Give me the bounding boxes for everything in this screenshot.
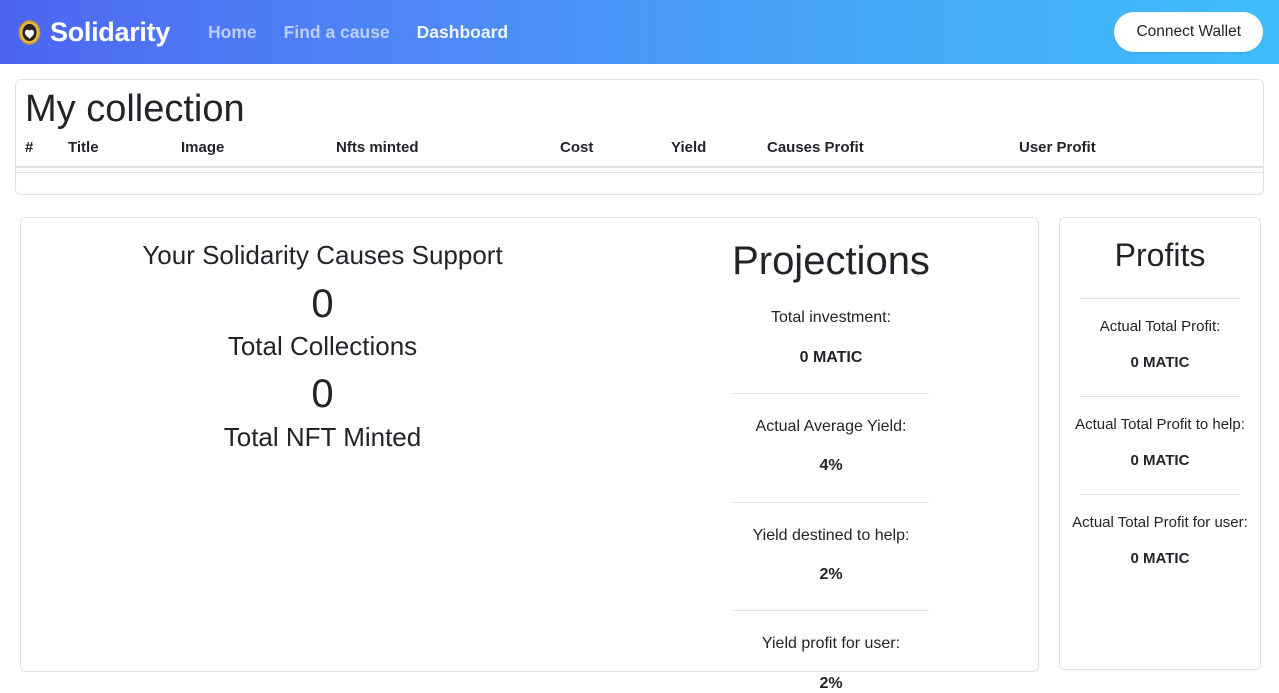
projection-label-yield-for-user: Yield profit for user: <box>761 635 901 653</box>
projection-label-total-investment: Total investment: <box>770 309 892 326</box>
profit-value-actual-total: 0 MATIC <box>1130 354 1190 372</box>
projection-label-average-yield: Actual Average Yield: <box>755 417 907 435</box>
column-header-yield[interactable]: Yield <box>671 134 767 169</box>
brand-logo-link[interactable]: Solidarity <box>16 16 171 47</box>
brand-name: Solidarity <box>50 16 171 47</box>
collection-table-head: # Title Image Nfts minted Cost Yield Cau… <box>16 134 1263 169</box>
projection-stat-yield-to-help: Yield destined to help: 2% <box>624 525 1038 585</box>
navbar: Solidarity Home Find a cause Dashboard C… <box>0 0 1279 64</box>
profit-value-actual-total-to-help: 0 MATIC <box>1130 451 1190 469</box>
collection-table-wrapper: # Title Image Nfts minted Cost Yield Cau… <box>16 134 1263 173</box>
causes-support-panel: Your Solidarity Causes Support 0 Total C… <box>21 218 624 671</box>
profit-value-actual-total-for-user: 0 MATIC <box>1130 549 1190 567</box>
profits-title: Profits <box>1114 237 1206 273</box>
my-collection-card: My collection # Title Image Nfts minted … <box>15 79 1264 195</box>
table-row-empty <box>16 167 1263 173</box>
column-header-user-profit[interactable]: User Profit <box>1019 134 1263 169</box>
connect-wallet-button[interactable]: Connect Wallet <box>1114 12 1263 52</box>
profits-divider-1 <box>1080 298 1240 300</box>
support-projections-card: Your Solidarity Causes Support 0 Total C… <box>20 217 1039 692</box>
projections-panel: Projections Total investment: 0 MATIC Ac… <box>624 218 1038 692</box>
profit-stat-actual-total-for-user: Actual Total Profit for user: 0 MATIC <box>1060 512 1260 568</box>
projections-title: Projections <box>732 239 930 283</box>
profit-label-actual-total: Actual Total Profit: <box>1099 318 1221 336</box>
collection-table: # Title Image Nfts minted Cost Yield Cau… <box>16 134 1263 173</box>
projection-value-yield-for-user: 2% <box>819 674 843 692</box>
nav-item-find-a-cause[interactable]: Find a cause <box>284 22 390 43</box>
projection-value-average-yield: 4% <box>819 457 843 475</box>
nav-item-dashboard[interactable]: Dashboard <box>417 22 508 43</box>
page-title: My collection <box>25 88 245 130</box>
profits-divider-2 <box>1080 396 1240 398</box>
projection-label-yield-to-help: Yield destined to help: <box>752 526 910 544</box>
profits-divider-3 <box>1080 493 1240 495</box>
collection-table-body <box>16 167 1263 173</box>
column-header-image[interactable]: Image <box>181 134 336 169</box>
collection-table-header-row: # Title Image Nfts minted Cost Yield Cau… <box>16 134 1263 169</box>
profit-label-actual-total-for-user: Actual Total Profit for user: <box>1072 513 1248 531</box>
profits-card: Profits Actual Total Profit: 0 MATIC Act… <box>1059 217 1261 670</box>
total-collections-value: 0 <box>311 281 334 326</box>
profit-stat-actual-total: Actual Total Profit: 0 MATIC <box>1060 316 1260 372</box>
total-collections-label: Total Collections <box>227 331 418 362</box>
column-header-cost[interactable]: Cost <box>560 134 671 169</box>
total-nft-minted-label: Total NFT Minted <box>223 422 422 453</box>
projection-stat-yield-for-user: Yield profit for user: 2% <box>624 633 1038 693</box>
column-header-causes-profit[interactable]: Causes Profit <box>767 134 1019 169</box>
column-header-index[interactable]: # <box>16 134 68 169</box>
total-nft-minted-value: 0 <box>311 372 334 417</box>
column-header-nfts-minted[interactable]: Nfts minted <box>336 134 560 169</box>
projection-value-total-investment: 0 MATIC <box>799 348 863 366</box>
nav-links: Home Find a cause Dashboard <box>208 22 508 43</box>
profit-stat-actual-total-to-help: Actual Total Profit to help: 0 MATIC <box>1060 414 1260 470</box>
column-header-title[interactable]: Title <box>68 134 181 169</box>
projection-stat-average-yield: Actual Average Yield: 4% <box>624 416 1038 476</box>
projections-divider-2 <box>733 501 929 503</box>
heart-coin-icon <box>16 19 43 46</box>
causes-support-heading: Your Solidarity Causes Support <box>142 240 503 270</box>
projections-divider-1 <box>733 392 929 394</box>
empty-row-cell <box>16 167 1263 173</box>
nav-item-home[interactable]: Home <box>208 22 257 43</box>
profit-label-actual-total-to-help: Actual Total Profit to help: <box>1075 416 1245 434</box>
projection-stat-total-investment: Total investment: 0 MATIC <box>624 307 1038 367</box>
projections-divider-3 <box>733 610 929 612</box>
projection-value-yield-to-help: 2% <box>819 566 843 584</box>
